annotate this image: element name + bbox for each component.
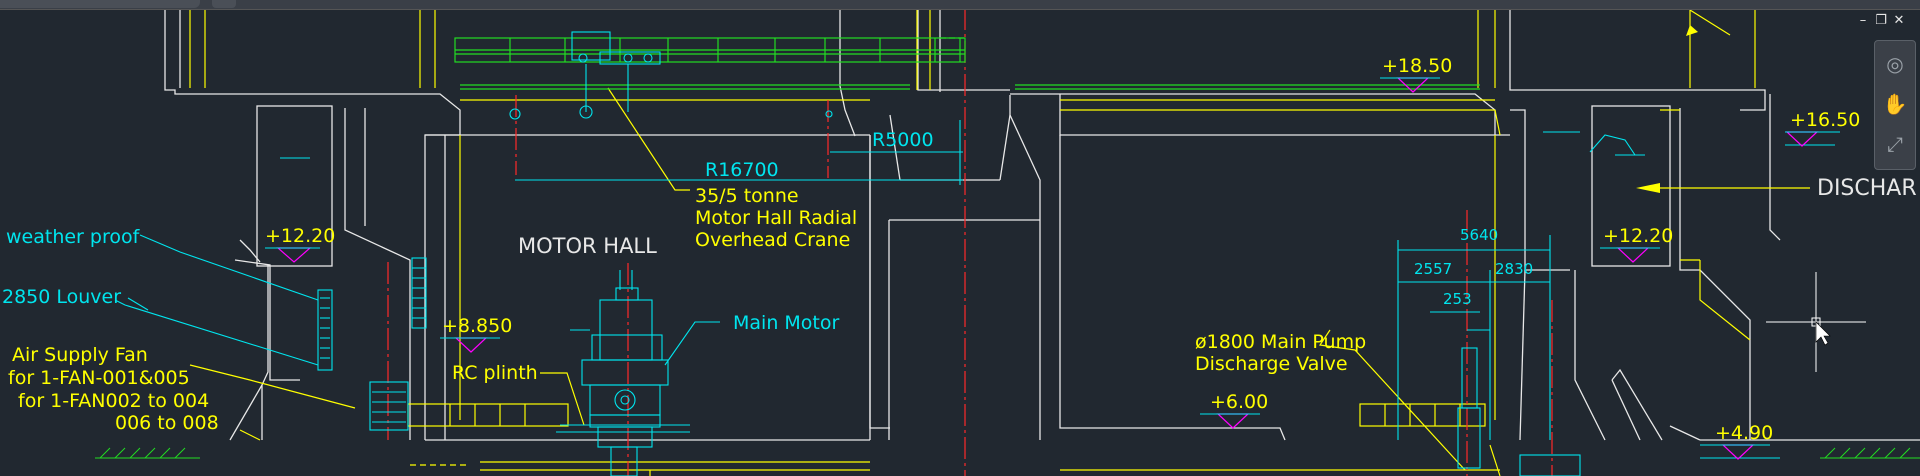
navigation-bar: ◎ ✋ ⤢ — [1874, 40, 1916, 170]
level-490: +4.90 — [1715, 422, 1773, 444]
valve-label-2: Discharge Valve — [1195, 353, 1348, 375]
main-motor-label: Main Motor — [733, 312, 839, 334]
motor-hall-label: MOTOR HALL — [518, 234, 657, 258]
window-controls: – ❐ ✕ — [1856, 14, 1906, 32]
level-1650: +16.50 — [1790, 109, 1860, 131]
fan-label-2: for 1-FAN-001&005 — [8, 367, 190, 389]
crane-label-1: 35/5 tonne — [695, 185, 799, 207]
weather-proof-label: weather proof — [6, 226, 141, 248]
level-600: +6.00 — [1210, 391, 1268, 413]
r16700-dim: R16700 — [705, 159, 779, 181]
discharge-label: DISCHAR — [1817, 176, 1917, 201]
fan-label-3: for 1-FAN002 to 004 — [18, 390, 209, 412]
dim-2830: 2830 — [1495, 260, 1533, 278]
r5000-dim: R5000 — [872, 129, 934, 151]
title-bar — [0, 0, 1920, 10]
new-tab-button[interactable] — [212, 0, 236, 8]
zoom-icon[interactable]: ⤢ — [1882, 131, 1908, 157]
level-1220-right: +12.20 — [1603, 225, 1673, 247]
pan-icon[interactable]: ✋ — [1882, 91, 1908, 117]
fan-label-4: 006 to 008 — [115, 412, 219, 434]
close-button[interactable]: ✕ — [1892, 14, 1906, 28]
dim-2557: 2557 — [1414, 260, 1452, 278]
louver-label: 2850 Louver — [2, 286, 121, 308]
level-8850: +8.850 — [442, 315, 512, 337]
crane-label-2: Motor Hall Radial — [695, 207, 857, 229]
restore-button[interactable]: ❐ — [1874, 14, 1888, 28]
minimize-button[interactable]: – — [1856, 14, 1870, 28]
dim-5640: 5640 — [1460, 226, 1498, 244]
level-1220-left: +12.20 — [265, 225, 335, 247]
crane-label-3: Overhead Crane — [695, 229, 850, 251]
steering-wheel-icon[interactable]: ◎ — [1882, 51, 1908, 77]
drawing-canvas[interactable]: MOTOR HALL R16700 R5000 35/5 tonne Motor… — [0, 0, 1920, 476]
drawing-tab[interactable] — [0, 0, 200, 8]
fan-label-1: Air Supply Fan — [12, 344, 148, 366]
cad-viewport[interactable]: MOTOR HALL R16700 R5000 35/5 tonne Motor… — [0, 0, 1920, 476]
valve-label-1: ø1800 Main Pump — [1195, 331, 1366, 353]
dim-253: 253 — [1443, 290, 1472, 308]
rc-plinth-label: RC plinth — [452, 362, 538, 384]
level-1850: +18.50 — [1382, 55, 1452, 77]
